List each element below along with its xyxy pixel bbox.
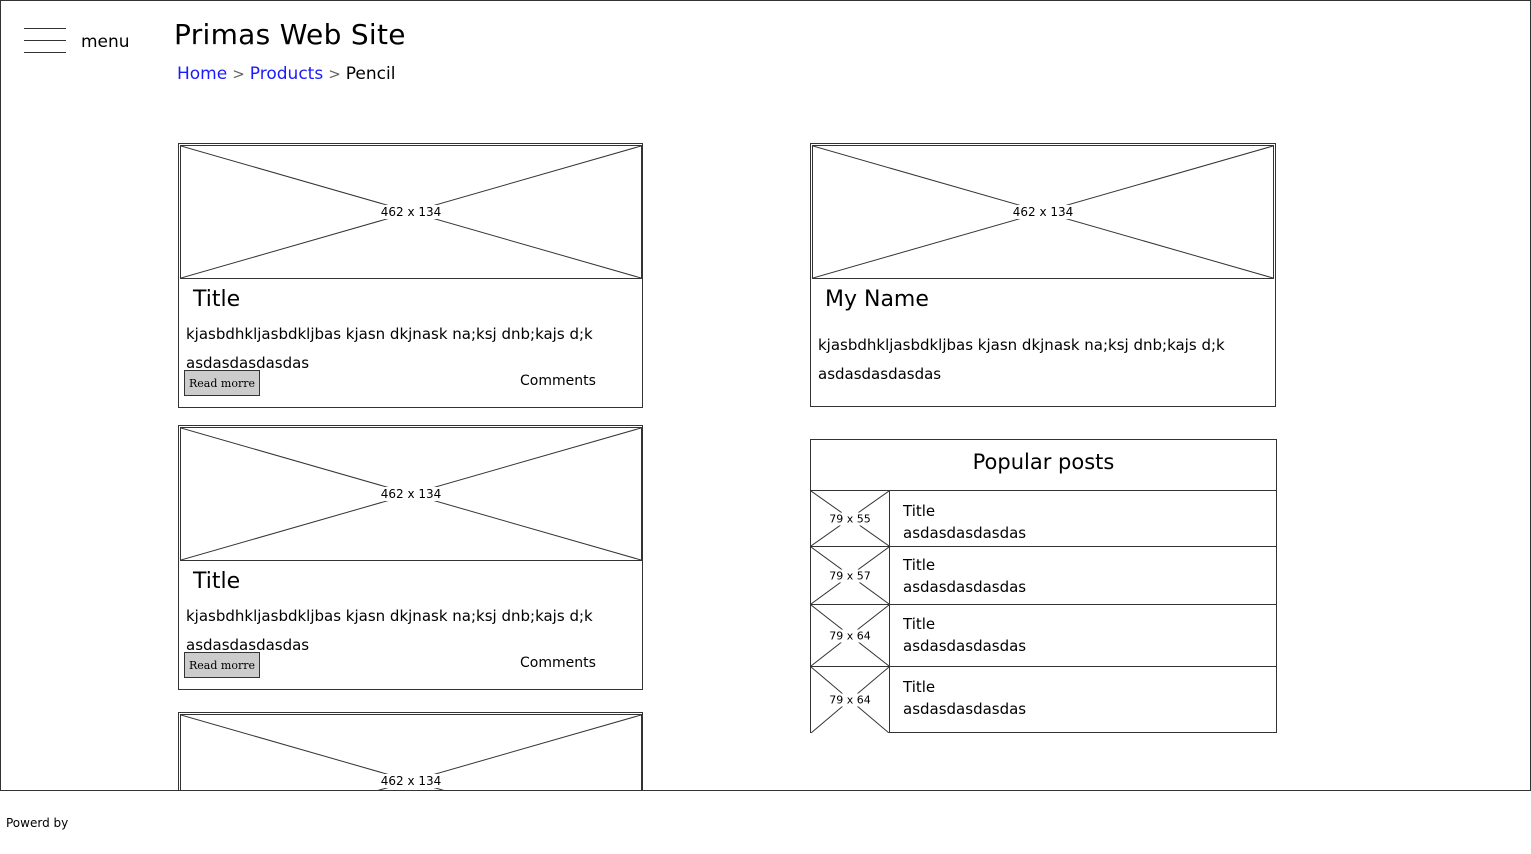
popular-post-title: Title <box>903 678 936 696</box>
comments-link[interactable]: Comments <box>520 655 596 671</box>
profile-card: 462 x 134 My Name kjasbdhkljasbdkljbas k… <box>810 143 1276 407</box>
image-size-label: 79 x 64 <box>828 629 872 642</box>
popular-post-item[interactable]: 79 x 64 Title asdasdasdasdas <box>811 604 1276 666</box>
menu-button[interactable]: menu <box>24 28 134 56</box>
popular-post-text: asdasdasdasdas <box>903 700 1027 718</box>
popular-post-text: asdasdasdasdas <box>903 637 1027 655</box>
post-title: Title <box>193 569 241 594</box>
image-size-label: 79 x 64 <box>828 693 872 707</box>
image-size-label: 79 x 55 <box>828 512 872 525</box>
profile-image-placeholder: 462 x 134 <box>812 145 1274 279</box>
popular-post-thumbnail: 79 x 64 <box>811 667 890 733</box>
post-image-placeholder: 462 x 134 <box>180 427 642 561</box>
popular-post-title: Title <box>903 502 936 520</box>
image-size-label: 462 x 134 <box>379 487 443 501</box>
popular-posts-title: Popular posts <box>972 450 1115 474</box>
image-size-label: 462 x 134 <box>379 774 443 788</box>
popular-post-text: asdasdasdasdas <box>903 524 1027 542</box>
breadcrumb-products-link[interactable]: Products <box>250 64 323 84</box>
breadcrumb-separator: > <box>328 65 341 83</box>
post-image-placeholder: 462 x 134 <box>180 145 642 279</box>
image-size-label: 462 x 134 <box>379 205 443 219</box>
profile-bio: kjasbdhkljasbdkljbas kjasn dkjnask na;ks… <box>818 336 1225 383</box>
breadcrumb: Home > Products > Pencil <box>177 64 395 84</box>
post-card: 462 x 134 Title kjasbdhkljasbdkljbas kja… <box>178 143 643 408</box>
popular-post-text: asdasdasdasdas <box>903 578 1027 596</box>
post-card: 462 x 134 Title kjasbdhkljasbdkljbas kja… <box>178 425 643 690</box>
popular-post-item[interactable]: 79 x 55 Title asdasdasdasdas <box>811 490 1276 546</box>
footer-text: Powerd by <box>6 816 69 830</box>
post-title: Title <box>193 287 241 312</box>
hamburger-icon <box>24 28 66 54</box>
footer: Powerd by <box>0 790 1531 854</box>
read-more-button[interactable]: Read morre <box>184 652 260 678</box>
site-title: Primas Web Site <box>174 18 406 51</box>
popular-post-item[interactable]: 79 x 64 Title asdasdasdasdas <box>811 666 1276 733</box>
breadcrumb-current: Pencil <box>345 64 396 84</box>
popular-posts-panel: Popular posts 79 x 55 Title asdasdasdasd… <box>810 439 1277 733</box>
breadcrumb-home-link[interactable]: Home <box>177 64 227 84</box>
menu-label: menu <box>81 32 130 52</box>
read-more-button[interactable]: Read morre <box>184 370 260 396</box>
popular-post-thumbnail: 79 x 55 <box>811 491 890 546</box>
popular-post-thumbnail: 79 x 64 <box>811 605 890 666</box>
popular-post-thumbnail: 79 x 57 <box>811 547 890 604</box>
breadcrumb-separator: > <box>232 65 245 83</box>
image-size-label: 79 x 57 <box>828 569 872 582</box>
profile-name: My Name <box>825 287 929 312</box>
popular-post-title: Title <box>903 615 936 633</box>
image-size-label: 462 x 134 <box>1011 205 1075 219</box>
popular-post-title: Title <box>903 556 936 574</box>
comments-link[interactable]: Comments <box>520 373 596 389</box>
popular-post-item[interactable]: 79 x 57 Title asdasdasdasdas <box>811 546 1276 604</box>
